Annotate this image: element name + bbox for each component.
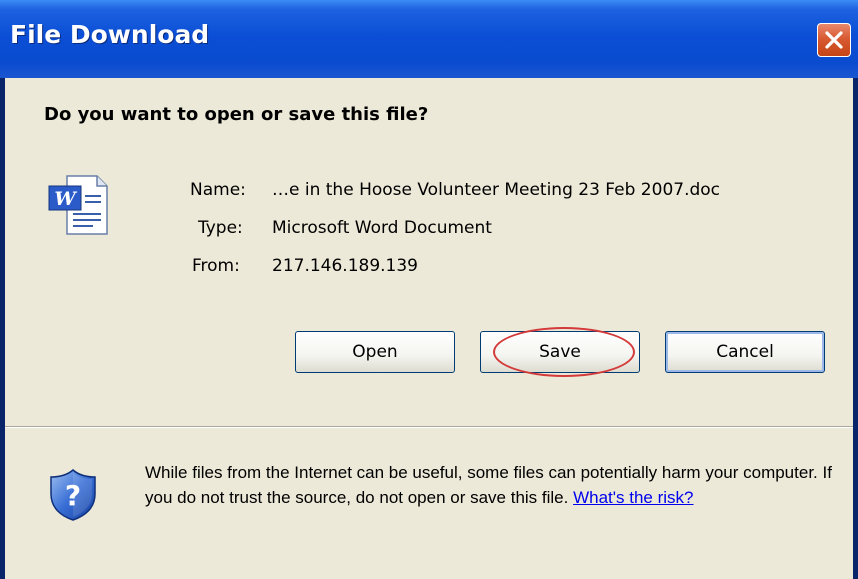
divider-highlight	[5, 427, 853, 428]
file-type-label: Type:	[198, 218, 243, 238]
svg-text:W: W	[54, 188, 77, 210]
whats-the-risk-link[interactable]: What's the risk?	[573, 488, 693, 507]
file-from-label: From:	[192, 256, 240, 276]
dialog-question: Do you want to open or save this file?	[44, 104, 429, 125]
warning-text: While files from the Internet can be use…	[145, 463, 832, 507]
open-button[interactable]: Open	[295, 331, 455, 373]
cancel-button[interactable]: Cancel	[665, 331, 825, 373]
file-download-window: File Download Do you want to open or sav…	[0, 0, 858, 579]
file-name-label: Name:	[190, 180, 246, 200]
window-title: File Download	[10, 20, 210, 49]
file-name-value: …e in the Hoose Volunteer Meeting 23 Feb…	[272, 180, 721, 200]
word-document-icon: W	[48, 175, 108, 235]
file-from-value: 217.146.189.139	[272, 256, 419, 276]
svg-text:?: ?	[65, 479, 81, 512]
security-shield-icon: ?	[50, 469, 96, 521]
save-button[interactable]: Save	[480, 331, 640, 373]
close-icon	[825, 31, 843, 49]
file-type-value: Microsoft Word Document	[272, 218, 492, 238]
security-warning: While files from the Internet can be use…	[145, 460, 835, 510]
close-button[interactable]	[817, 23, 851, 57]
title-bar[interactable]: File Download	[0, 0, 858, 78]
